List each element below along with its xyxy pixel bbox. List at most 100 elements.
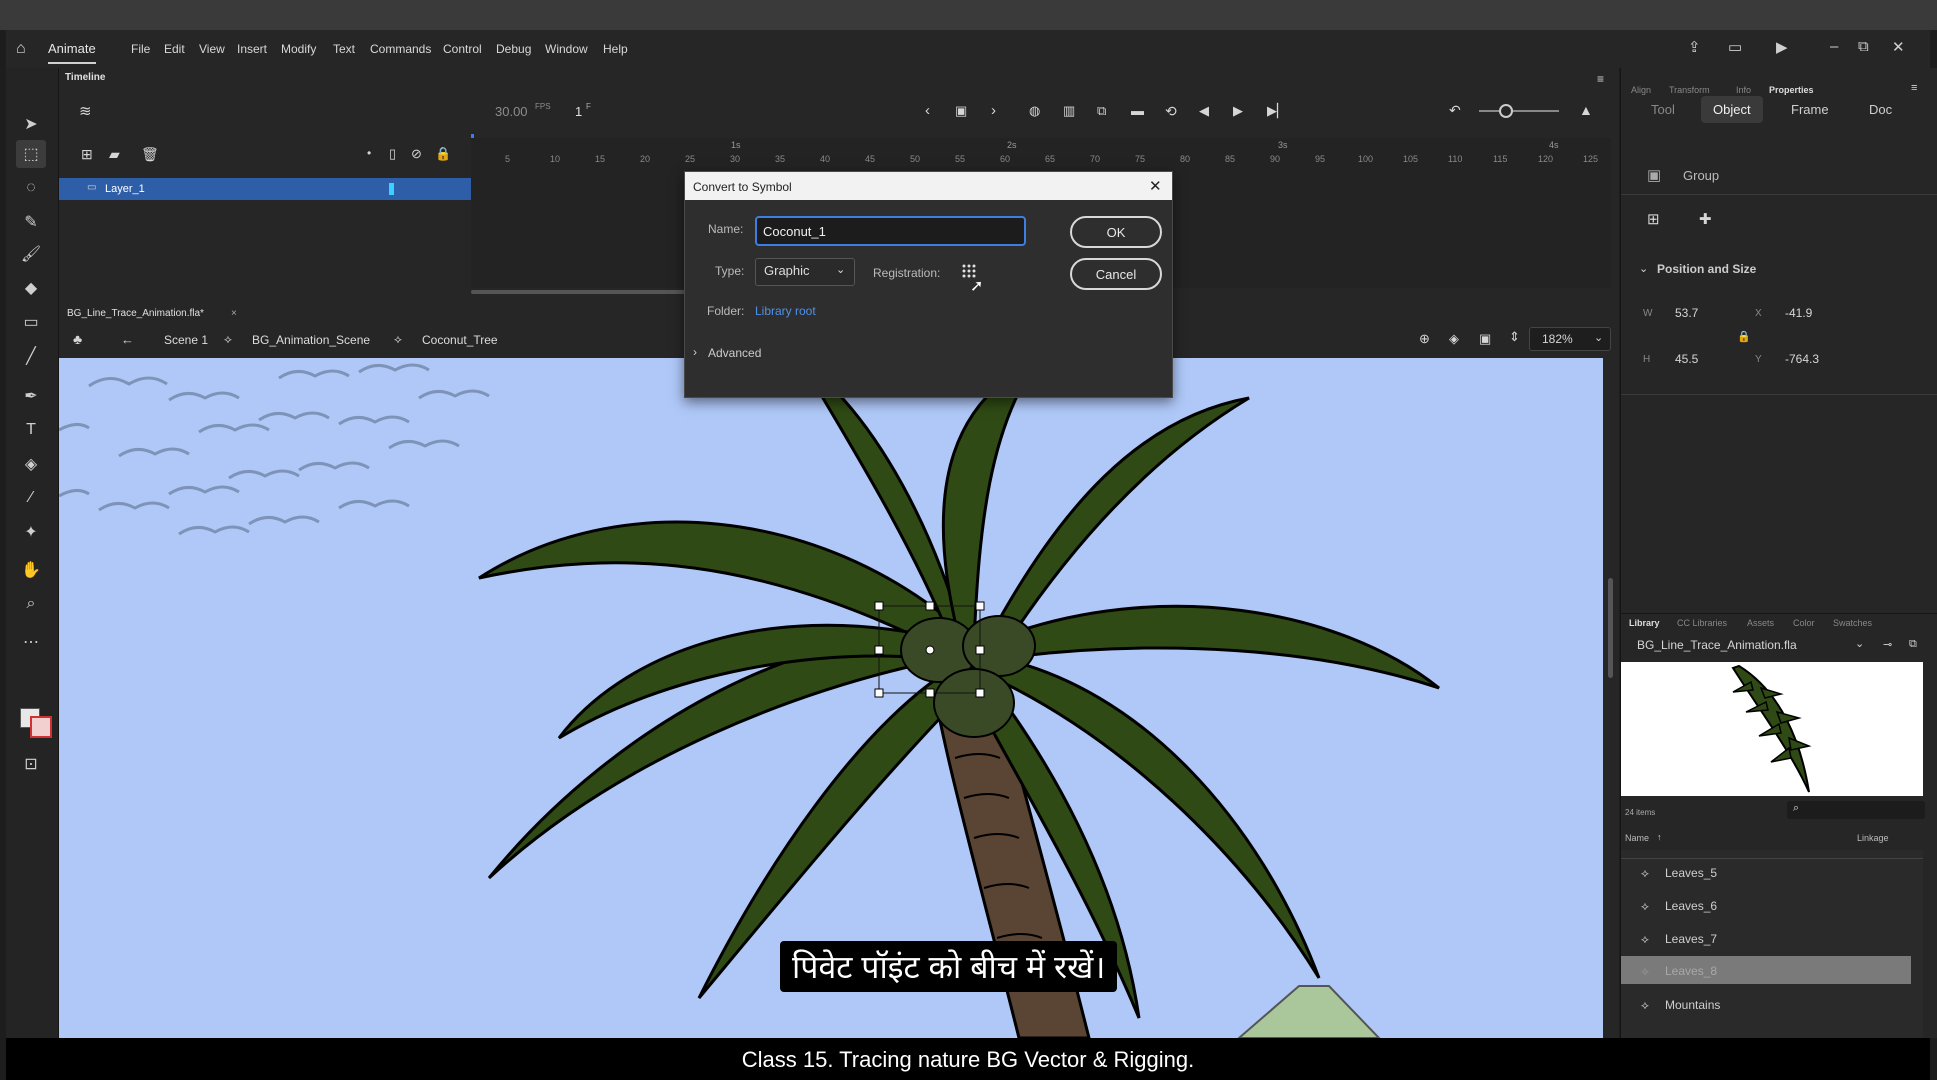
lasso-tool-icon[interactable]: ◌ <box>16 174 46 202</box>
tab-frame[interactable]: Frame <box>1779 96 1841 123</box>
menu-window[interactable]: Window <box>545 42 588 56</box>
home-icon[interactable]: ⌂ <box>16 40 26 58</box>
library-item[interactable]: Leaves_8 <box>1665 964 1717 978</box>
panel-menu-icon[interactable]: ≡ <box>1911 82 1917 94</box>
minimize-icon[interactable]: – <box>1830 38 1838 55</box>
step-back-icon[interactable]: ◀ <box>1199 103 1209 119</box>
zoom-stepper-icon[interactable]: ⇕ <box>1509 329 1520 345</box>
zoom-tool-icon[interactable]: ⌕ <box>16 590 46 618</box>
menu-edit[interactable]: Edit <box>164 42 185 56</box>
highlight-icon[interactable]: • <box>367 146 371 160</box>
line-tool-icon[interactable]: ╱ <box>16 342 46 370</box>
document-tab[interactable]: BG_Line_Trace_Animation.fla* <box>67 308 204 319</box>
menu-help[interactable]: Help <box>603 42 628 56</box>
hand-tool-icon[interactable]: ✋ <box>16 556 46 584</box>
timeline-zoom-slider[interactable] <box>1479 110 1559 112</box>
app-name[interactable]: Animate <box>48 41 96 64</box>
library-search-input[interactable]: ⌕ <box>1787 801 1925 819</box>
tab-align[interactable]: Align <box>1631 85 1651 95</box>
pin-icon[interactable]: ⊸ <box>1883 638 1892 651</box>
edit-multiple-frames-icon[interactable]: ▥ <box>1063 103 1075 119</box>
visibility-icon[interactable]: ⊘ <box>411 146 422 162</box>
tab-cc-libraries[interactable]: CC Libraries <box>1677 618 1727 628</box>
tab-tool[interactable]: Tool <box>1639 96 1687 123</box>
play-icon[interactable]: ▶ <box>1233 103 1243 119</box>
stage-scrollbar[interactable] <box>1603 358 1619 1038</box>
workspace-icon[interactable]: ▭ <box>1728 38 1742 56</box>
delete-layer-icon[interactable]: 🗑 <box>141 146 159 163</box>
insert-blank-icon[interactable]: ▬ <box>1131 103 1144 118</box>
column-linkage[interactable]: Linkage <box>1857 833 1889 843</box>
x-value[interactable]: -41.9 <box>1785 306 1812 320</box>
tab-swatches[interactable]: Swatches <box>1833 618 1872 628</box>
outline-icon[interactable]: ▯ <box>389 146 396 162</box>
tab-doc[interactable]: Doc <box>1857 96 1904 123</box>
stage-canvas[interactable] <box>59 358 1603 1038</box>
layer-row[interactable]: ▭ Layer_1 <box>59 178 471 200</box>
scroll-thumb[interactable] <box>1608 578 1613 678</box>
snap-icon[interactable]: ⊕ <box>1419 331 1430 347</box>
text-tool-icon[interactable]: T <box>16 416 46 444</box>
fps-value[interactable]: 30.00 <box>495 104 528 119</box>
close-tab-icon[interactable]: × <box>231 308 237 319</box>
pen-tool-icon[interactable]: ✒ <box>16 382 46 410</box>
y-value[interactable]: -764.3 <box>1785 352 1819 366</box>
tab-object[interactable]: Object <box>1701 96 1763 123</box>
library-file-select[interactable]: BG_Line_Trace_Animation.fla ⌄ <box>1629 634 1873 656</box>
library-item[interactable]: Leaves_6 <box>1665 899 1717 913</box>
convert-symbol-icon[interactable]: ✚ <box>1699 210 1712 228</box>
fill-color-swatch[interactable] <box>30 716 52 738</box>
ok-button[interactable]: OK <box>1070 216 1162 248</box>
menu-view[interactable]: View <box>199 42 225 56</box>
h-value[interactable]: 45.5 <box>1675 352 1698 366</box>
breadcrumb-symbol[interactable]: BG_Animation_Scene <box>252 333 370 347</box>
eraser-tool-icon[interactable]: ◆ <box>16 274 46 302</box>
layer-name[interactable]: Layer_1 <box>105 183 145 195</box>
scene-icon[interactable]: ♣ <box>73 331 82 347</box>
library-item-selected[interactable]: ⟡ Leaves_8 <box>1621 956 1911 984</box>
cancel-button[interactable]: Cancel <box>1070 258 1162 290</box>
free-transform-tool-icon[interactable]: ⬚ <box>16 140 46 168</box>
onion-skin-icon[interactable]: ◍ <box>1029 103 1040 119</box>
brush-tool-icon[interactable]: 🖌 <box>16 240 46 268</box>
step-forward-icon[interactable]: ▶▏ <box>1267 103 1287 119</box>
zoom-select[interactable]: 182% ⌄ <box>1529 327 1611 351</box>
next-keyframe-icon[interactable]: › <box>991 102 996 119</box>
undo-icon[interactable]: ↶ <box>1449 102 1461 119</box>
tab-properties[interactable]: Properties <box>1769 85 1814 95</box>
breadcrumb-scene[interactable]: Scene 1 <box>164 333 208 347</box>
close-window-icon[interactable]: ✕ <box>1892 38 1905 56</box>
menu-text[interactable]: Text <box>333 42 355 56</box>
tab-transform[interactable]: Transform <box>1669 85 1710 95</box>
lock-icon[interactable]: 🔒 <box>435 146 451 162</box>
pin-tool-icon[interactable]: ✦ <box>16 518 46 546</box>
new-library-icon[interactable]: ⧉ <box>1909 638 1917 651</box>
lock-ratio-icon[interactable]: 🔒 <box>1737 330 1751 343</box>
loop-icon[interactable]: ⟲ <box>1165 103 1177 120</box>
close-icon[interactable]: ✕ <box>1149 177 1162 195</box>
current-frame[interactable]: 1 <box>575 104 582 119</box>
break-apart-icon[interactable]: ⊞ <box>1647 210 1660 228</box>
menu-file[interactable]: File <box>131 42 150 56</box>
library-item[interactable]: Mountains <box>1665 998 1720 1012</box>
clip-icon[interactable]: ◈ <box>1449 331 1459 347</box>
eyedropper-icon[interactable]: ⁄ <box>16 484 46 512</box>
tab-info[interactable]: Info <box>1736 85 1751 95</box>
selection-tool-icon[interactable]: ➤ <box>16 110 46 138</box>
artboard-icon[interactable]: ⊡ <box>16 750 46 778</box>
more-tools-icon[interactable]: ⋯ <box>16 628 46 656</box>
share-icon[interactable]: ⇪ <box>1688 38 1701 56</box>
restore-icon[interactable]: ⧉ <box>1858 38 1869 55</box>
new-layer-icon[interactable]: ⊞ <box>81 146 93 163</box>
paint-bucket-icon[interactable]: ◈ <box>16 450 46 478</box>
breadcrumb-symbol[interactable]: Coconut_Tree <box>422 333 498 347</box>
layers-icon[interactable]: ≋ <box>79 102 92 120</box>
tab-library[interactable]: Library <box>1629 618 1660 628</box>
menu-commands[interactable]: Commands <box>370 42 431 56</box>
mountain-zoom-icon[interactable]: ▲ <box>1579 102 1593 118</box>
column-name[interactable]: Name <box>1625 833 1649 843</box>
library-item[interactable]: Leaves_7 <box>1665 932 1717 946</box>
symbol-type-select[interactable]: Graphic ⌄ <box>755 258 855 286</box>
chevron-down-icon[interactable]: ⌄ <box>1639 262 1648 275</box>
advanced-toggle[interactable]: Advanced <box>708 346 761 360</box>
